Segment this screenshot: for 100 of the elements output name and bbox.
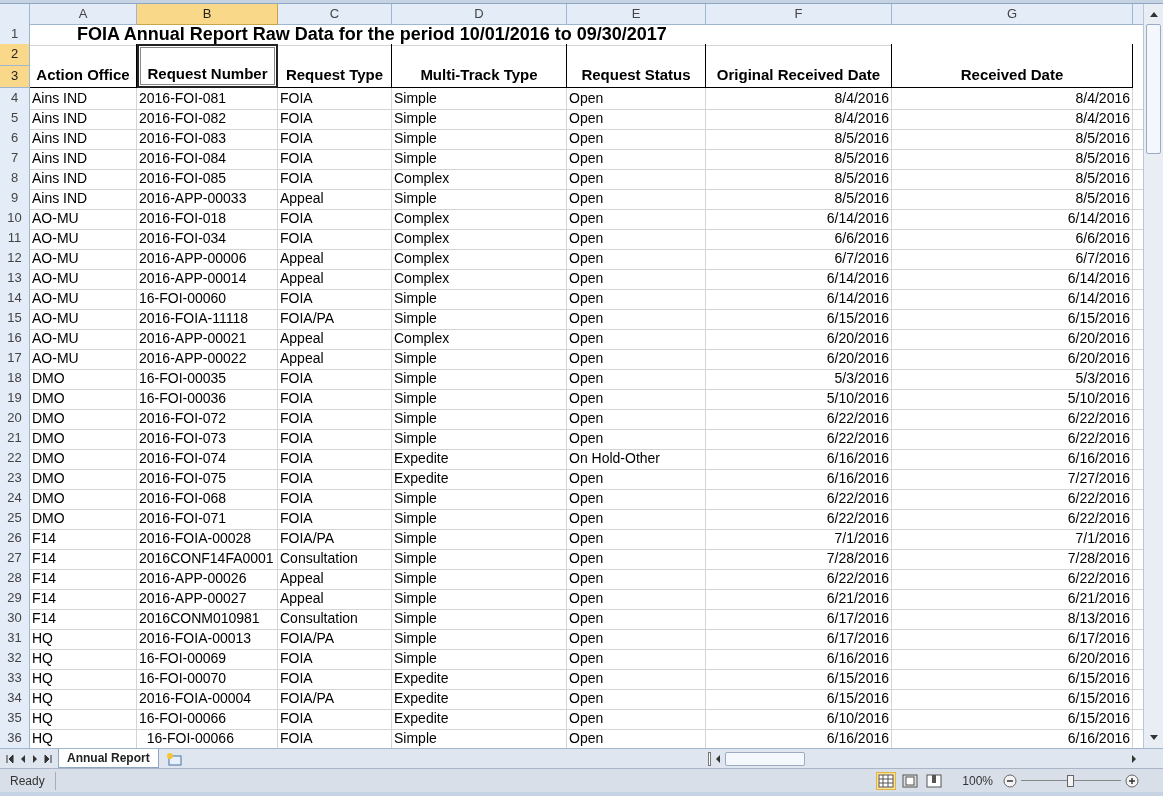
row-header[interactable]: 22	[0, 448, 30, 470]
table-cell: FOIA/PA	[278, 528, 392, 550]
row-header[interactable]: 1	[0, 24, 30, 46]
column-heading-cell[interactable]: Action Office	[30, 44, 137, 88]
table-cell: Open	[567, 208, 706, 230]
table-cell: 6/14/2016	[706, 268, 892, 290]
column-header[interactable]: D	[392, 4, 567, 25]
row-header[interactable]: 14	[0, 288, 30, 310]
row-header[interactable]: 26	[0, 528, 30, 550]
column-header[interactable]: A	[30, 4, 137, 25]
row-header[interactable]: 3	[0, 66, 30, 88]
row-header[interactable]: 15	[0, 308, 30, 330]
column-heading-cell[interactable]: Received Date	[892, 44, 1133, 88]
table-cell: 6/20/2016	[706, 328, 892, 350]
row-header[interactable]: 5	[0, 108, 30, 130]
row-header[interactable]: 23	[0, 468, 30, 490]
table-cell: 8/4/2016	[892, 108, 1133, 130]
column-header[interactable]: B	[137, 4, 278, 25]
row-header[interactable]: 4	[0, 88, 30, 110]
table-cell: F14	[30, 568, 137, 590]
row-header[interactable]: 20	[0, 408, 30, 430]
vertical-scrollbar[interactable]	[1143, 4, 1163, 748]
column-heading-cell[interactable]: Request Status	[567, 44, 706, 88]
table-cell: 6/10/2016	[706, 708, 892, 730]
row-header[interactable]: 21	[0, 428, 30, 450]
row-header[interactable]: 29	[0, 588, 30, 610]
table-cell: 16-FOI-00036	[137, 388, 278, 410]
last-sheet-icon[interactable]	[44, 753, 52, 764]
horizontal-scroll-thumb[interactable]	[725, 751, 805, 766]
zoom-in-icon[interactable]	[1125, 773, 1139, 788]
row-header[interactable]: 35	[0, 708, 30, 730]
table-cell: 2016-APP-00021	[137, 328, 278, 350]
first-sheet-icon[interactable]	[6, 753, 14, 764]
table-cell: 6/21/2016	[706, 588, 892, 610]
table-cell: AO-MU	[30, 328, 137, 350]
zoom-level[interactable]: 100%	[962, 771, 993, 790]
row-header[interactable]: 34	[0, 688, 30, 710]
row-header[interactable]: 30	[0, 608, 30, 630]
row-header[interactable]: 32	[0, 648, 30, 670]
row-header[interactable]: 7	[0, 148, 30, 170]
table-cell: Simple	[392, 548, 567, 570]
table-cell: Ains IND	[30, 188, 137, 210]
table-cell: 6/22/2016	[706, 428, 892, 450]
table-cell: Simple	[392, 108, 567, 130]
row-header[interactable]: 31	[0, 628, 30, 650]
column-heading-cell[interactable]: Multi-Track Type	[392, 44, 567, 88]
row-header[interactable]: 12	[0, 248, 30, 270]
sheet-tab[interactable]: Annual Report	[58, 749, 159, 768]
scroll-thumb[interactable]	[1146, 24, 1161, 154]
row-header[interactable]: 17	[0, 348, 30, 370]
table-cell: Open	[567, 688, 706, 710]
table-cell: 6/20/2016	[706, 348, 892, 370]
table-cell: Expedite	[392, 708, 567, 730]
prev-sheet-icon[interactable]	[20, 753, 26, 764]
table-cell: DMO	[30, 368, 137, 390]
table-cell: 6/15/2016	[892, 308, 1133, 330]
view-button[interactable]	[924, 771, 945, 790]
row-header[interactable]: 13	[0, 268, 30, 290]
status-text: Ready	[0, 771, 56, 790]
row-header[interactable]: 6	[0, 128, 30, 150]
table-cell: AO-MU	[30, 308, 137, 330]
table-cell: Simple	[392, 188, 567, 210]
next-sheet-icon[interactable]	[32, 753, 38, 764]
table-cell: 5/3/2016	[892, 368, 1133, 390]
row-header[interactable]: 9	[0, 188, 30, 210]
table-cell: 6/22/2016	[706, 508, 892, 530]
zoom-slider[interactable]	[1021, 773, 1121, 788]
column-header[interactable]: E	[567, 4, 706, 25]
row-header[interactable]: 25	[0, 508, 30, 530]
column-heading-cell[interactable]: Request Number	[137, 44, 278, 88]
row-header[interactable]: 16	[0, 328, 30, 350]
view-button[interactable]	[876, 771, 897, 790]
column-header[interactable]: G	[892, 4, 1133, 25]
column-heading-cell[interactable]: Original Received Date	[706, 44, 892, 88]
table-cell: 6/20/2016	[892, 648, 1133, 670]
row-header[interactable]: 2	[0, 44, 30, 66]
row-header[interactable]: 18	[0, 368, 30, 390]
row-header[interactable]: 8	[0, 168, 30, 190]
table-cell: Open	[567, 88, 706, 110]
row-header[interactable]: 33	[0, 668, 30, 690]
column-header[interactable]: C	[278, 4, 392, 25]
scroll-right-icon[interactable]	[1131, 753, 1137, 764]
column-heading-cell[interactable]: Request Type	[278, 44, 392, 88]
table-cell: 2016-FOI-073	[137, 428, 278, 450]
row-header[interactable]: 36	[0, 728, 30, 750]
zoom-out-icon[interactable]	[1003, 773, 1017, 788]
row-header[interactable]: 24	[0, 488, 30, 510]
scroll-left-icon[interactable]	[715, 753, 721, 764]
table-cell: Open	[567, 648, 706, 670]
row-header[interactable]: 10	[0, 208, 30, 230]
row-header[interactable]: 27	[0, 548, 30, 570]
table-cell: DMO	[30, 408, 137, 430]
table-cell: Simple	[392, 608, 567, 630]
row-header[interactable]: 11	[0, 228, 30, 250]
zoom-slider-thumb[interactable]	[1067, 774, 1074, 787]
table-cell: 6/14/2016	[706, 288, 892, 310]
table-cell: 6/22/2016	[892, 488, 1133, 510]
row-header[interactable]: 19	[0, 388, 30, 410]
column-header[interactable]: F	[706, 4, 892, 25]
row-header[interactable]: 28	[0, 568, 30, 590]
